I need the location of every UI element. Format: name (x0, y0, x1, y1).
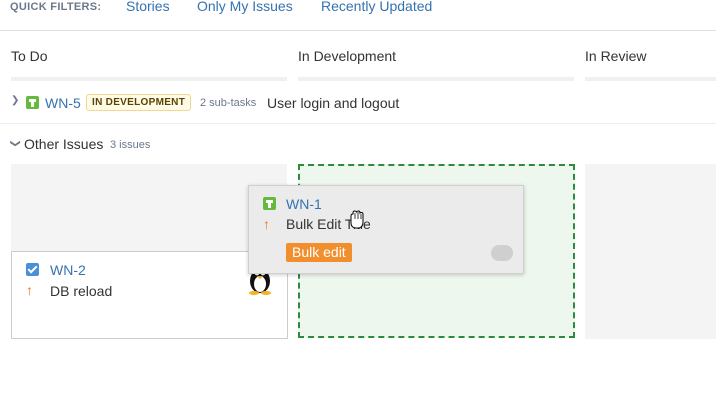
column-header-todo: To Do (11, 48, 48, 64)
epic-label: Bulk edit (286, 243, 352, 262)
issue-key-wn-2[interactable]: WN-2 (50, 262, 86, 278)
status-badge: IN DEVELOPMENT (86, 94, 192, 111)
arrow-up-icon: ↑ (26, 282, 33, 298)
quick-filters-label: QUICK FILTERS: (10, 1, 102, 13)
swimlane-summary: User login and logout (267, 95, 400, 111)
column-bar-todo (11, 77, 287, 81)
filter-recently-updated[interactable]: Recently Updated (321, 0, 432, 14)
filter-only-my-issues[interactable]: Only My Issues (197, 0, 293, 14)
arrow-up-icon: ↑ (263, 216, 270, 232)
filter-stories[interactable]: Stories (126, 0, 170, 14)
other-issues-title[interactable]: Other Issues (24, 136, 103, 152)
chevron-right-icon[interactable]: ❯ (11, 95, 19, 106)
task-icon (26, 263, 39, 276)
column-header-in-review: In Review (585, 48, 647, 64)
story-icon (26, 96, 39, 109)
chevron-down-icon[interactable]: ❯ (10, 139, 21, 147)
story-icon (263, 197, 276, 210)
issue-summary-wn-2: DB reload (50, 283, 113, 299)
column-header-in-development: In Development (298, 48, 397, 64)
other-issues-count: 3 issues (110, 139, 151, 151)
swimlane-divider (0, 123, 716, 124)
column-bar-in-development (298, 77, 574, 81)
filters-divider (0, 30, 716, 31)
estimate-toggle (491, 245, 513, 261)
grab-cursor-icon (350, 210, 364, 229)
issue-key-wn-1[interactable]: WN-1 (286, 196, 322, 212)
column-body-in-review (585, 164, 716, 339)
column-bar-in-review (585, 77, 716, 81)
subtasks-count: 2 sub-tasks (200, 97, 257, 109)
swimlane-issue-key[interactable]: WN-5 (45, 95, 81, 111)
